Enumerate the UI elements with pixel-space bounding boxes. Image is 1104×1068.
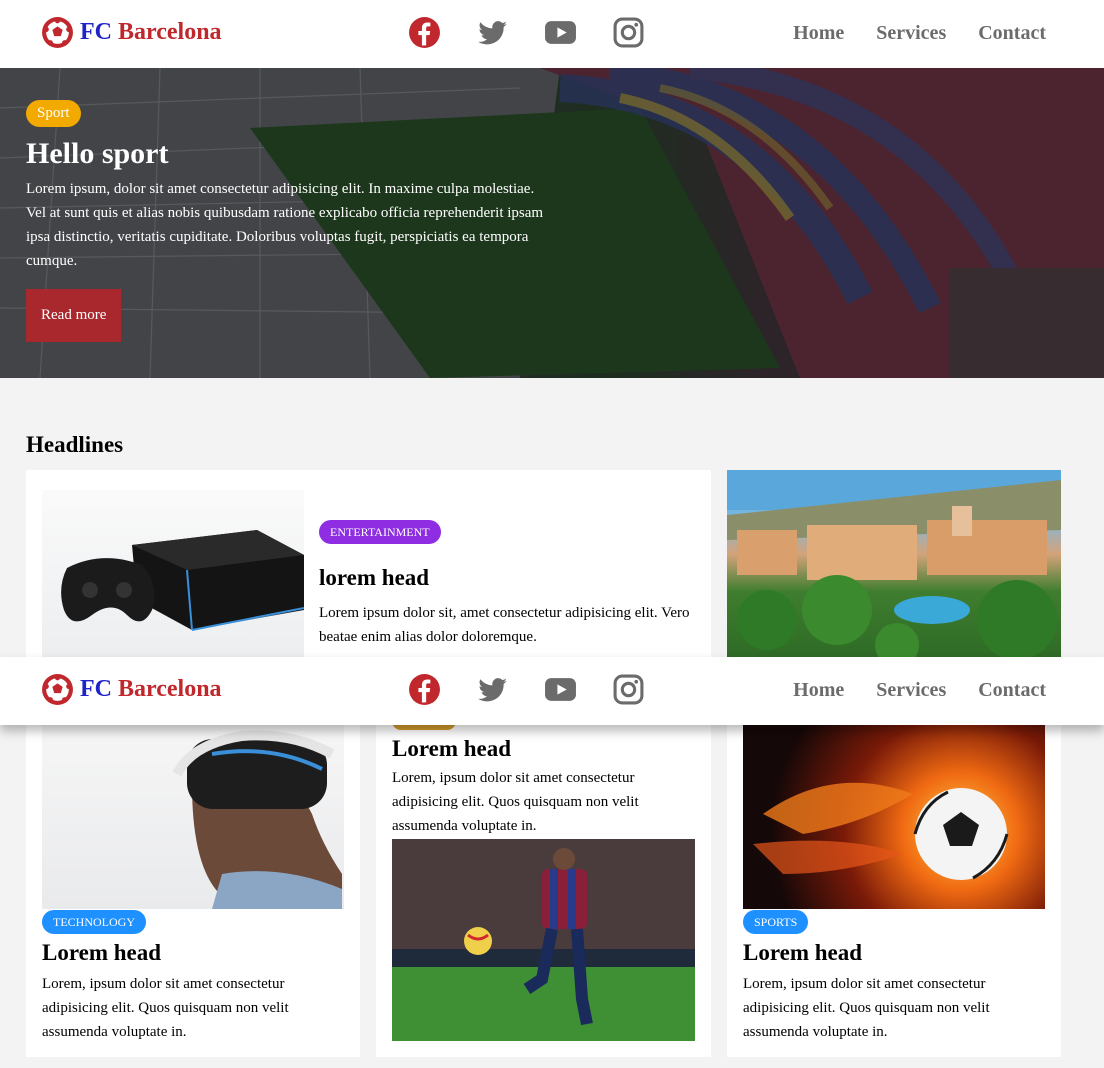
top-navbar: FC Barcelona Home Services Contact	[0, 0, 1104, 68]
instagram-icon[interactable]	[612, 16, 645, 49]
twitter-icon[interactable]	[476, 673, 509, 706]
headline-card-technology[interactable]: TECHNOLOGY Lorem head Lorem, ipsum dolor…	[26, 724, 360, 1057]
card-text: Lorem, ipsum dolor sit amet consectetur …	[42, 976, 289, 1040]
main-menu: Home Services Contact	[761, 22, 1046, 45]
headline-card-entertainment[interactable]: ENTERTAINMENT lorem head Lorem ipsum dol…	[26, 470, 711, 657]
headline-card-football[interactable]: Lorem head Lorem, ipsum dolor sit amet c…	[376, 712, 711, 1057]
entertainment-badge: ENTERTAINMENT	[319, 520, 441, 544]
resort-image	[727, 470, 1061, 657]
card-title[interactable]: Lorem head	[42, 940, 342, 966]
instagram-icon[interactable]	[612, 673, 645, 706]
card-text: Lorem, ipsum dolor sit amet consectetur …	[743, 976, 990, 1040]
soccer-ball-icon	[41, 673, 74, 706]
brand-logo[interactable]: FC Barcelona	[41, 673, 222, 706]
social-links	[408, 673, 680, 706]
card-title[interactable]: Lorem head	[392, 736, 695, 762]
facebook-icon[interactable]	[408, 16, 441, 49]
vr-headset-image	[42, 724, 344, 909]
card-text: Lorem, ipsum dolor sit amet consectetur …	[392, 770, 639, 834]
youtube-icon[interactable]	[544, 16, 577, 49]
nav-contact[interactable]: Contact	[978, 679, 1046, 702]
nav-home[interactable]: Home	[793, 22, 844, 45]
main-menu: Home Services Contact	[761, 679, 1046, 702]
headlines-title: Headlines	[26, 432, 124, 457]
sport-badge: Sport	[26, 100, 81, 127]
brand-name: FC Barcelona	[80, 19, 222, 45]
facebook-icon[interactable]	[408, 673, 441, 706]
card-title[interactable]: lorem head	[319, 565, 699, 591]
card-text: Lorem ipsum dolor sit, amet consectetur …	[319, 605, 690, 645]
brand-logo[interactable]: FC Barcelona	[41, 16, 222, 49]
youtube-icon[interactable]	[544, 673, 577, 706]
headline-card-sports[interactable]: SPORTS Lorem head Lorem, ipsum dolor sit…	[727, 724, 1061, 1057]
hero-banner: Sport Hello sport Lorem ipsum, dolor sit…	[0, 68, 1104, 378]
nav-home[interactable]: Home	[793, 679, 844, 702]
nav-services[interactable]: Services	[876, 679, 946, 702]
hero-content: Sport Hello sport Lorem ipsum, dolor sit…	[26, 100, 556, 342]
card-title[interactable]: Lorem head	[743, 940, 1043, 966]
soccer-ball-icon	[41, 16, 74, 49]
headline-card-resort[interactable]	[727, 470, 1061, 657]
nav-contact[interactable]: Contact	[978, 22, 1046, 45]
read-more-button[interactable]: Read more	[26, 289, 122, 342]
twitter-icon[interactable]	[476, 16, 509, 49]
nav-services[interactable]: Services	[876, 22, 946, 45]
technology-badge: TECHNOLOGY	[42, 910, 146, 934]
player-kick-image	[392, 839, 695, 1041]
hero-title: Hello sport	[26, 137, 169, 170]
social-links	[408, 16, 680, 49]
hero-text: Lorem ipsum, dolor sit amet consectetur …	[26, 181, 544, 269]
fire-ball-image	[743, 724, 1045, 909]
sticky-navbar: FC Barcelona Home Services Contact	[0, 657, 1104, 725]
sports-badge: SPORTS	[743, 910, 809, 934]
brand-name: FC Barcelona	[80, 676, 222, 702]
console-image	[42, 490, 305, 657]
